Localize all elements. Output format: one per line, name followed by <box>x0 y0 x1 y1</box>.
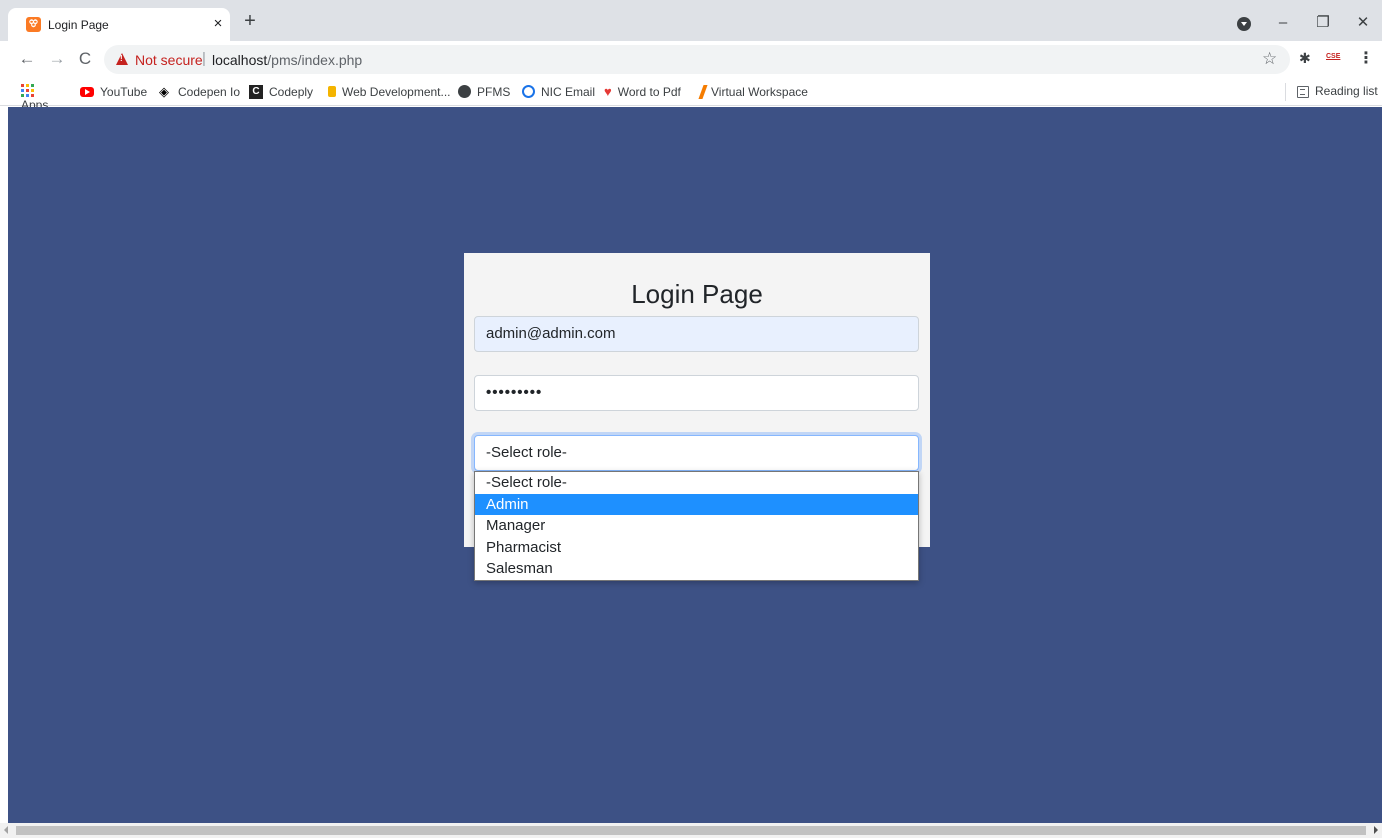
scrollbar-thumb[interactable] <box>16 826 1366 835</box>
reload-button[interactable]: C <box>73 47 97 71</box>
forward-button[interactable]: → <box>45 47 69 71</box>
role-select[interactable]: -Select role- <box>474 435 919 471</box>
address-bar[interactable]: Not secure | localhost/pms/index.php <box>104 45 1290 74</box>
scroll-right-arrow-icon[interactable] <box>1374 826 1378 834</box>
new-tab-button[interactable]: + <box>238 10 262 34</box>
globe-icon <box>458 85 471 99</box>
apps-icon <box>21 84 34 97</box>
password-field[interactable]: ••••••••• <box>474 375 919 411</box>
webdev-icon <box>328 86 336 98</box>
scroll-left-arrow-icon[interactable] <box>4 826 8 834</box>
reading-list-icon <box>1297 85 1309 98</box>
email-field[interactable]: admin@admin.com <box>474 316 919 352</box>
profile-menu-icon[interactable] <box>1237 17 1251 31</box>
browser-menu-icon[interactable]: ⋮ <box>1358 48 1374 68</box>
bookmark-web-development[interactable]: Web Development... <box>328 84 451 100</box>
page-title: Login Page <box>631 279 763 309</box>
role-option-pharmacist[interactable]: Pharmacist <box>475 537 918 559</box>
close-window-button[interactable]: ✕ <box>1340 10 1382 36</box>
tab-close-icon[interactable]: × <box>208 14 228 34</box>
reading-list-button[interactable]: Reading list <box>1297 84 1378 98</box>
bookmark-virtual-workspace[interactable]: Virtual Workspace <box>698 84 808 100</box>
heart-icon: ♥ <box>604 84 612 100</box>
role-option-manager[interactable]: Manager <box>475 515 918 537</box>
bookmark-star-icon[interactable]: ☆ <box>1262 49 1277 69</box>
codeply-icon: C <box>249 84 263 99</box>
role-option-salesman[interactable]: Salesman <box>475 558 918 580</box>
xampp-favicon-icon: ꕢ <box>26 17 41 32</box>
bookmark-apps[interactable]: Apps <box>21 84 48 112</box>
youtube-icon <box>80 86 94 97</box>
bookmark-codepen[interactable]: ◈ Codepen Io <box>159 84 240 100</box>
codepen-icon: ◈ <box>159 84 169 100</box>
bookmark-word-to-pdf[interactable]: ♥ Word to Pdf <box>604 84 681 100</box>
horizontal-scrollbar[interactable] <box>0 823 1382 838</box>
warning-icon[interactable] <box>116 53 128 65</box>
bookmark-codeply[interactable]: C Codeply <box>249 84 313 100</box>
role-dropdown-list: -Select role- Admin Manager Pharmacist S… <box>474 471 919 581</box>
bookmarks-bar: Apps YouTube ◈ Codepen Io C Codeply Web De… <box>0 78 1382 112</box>
browser-toolbar: ← → C Not secure | localhost/pms/index.p… <box>0 41 1382 78</box>
url-text[interactable]: localhost/pms/index.php <box>212 52 362 68</box>
vw-icon <box>698 84 708 99</box>
role-option-select[interactable]: -Select role- <box>475 472 918 494</box>
role-option-admin[interactable]: Admin <box>475 493 918 516</box>
page-viewport: Login Page admin@admin.com ••••••••• -Se… <box>8 107 1382 823</box>
bookmark-youtube[interactable]: YouTube <box>80 84 147 100</box>
browser-tab[interactable]: ꕢ Login Page × <box>8 8 230 41</box>
tab-title: Login Page <box>48 18 109 32</box>
nic-icon <box>522 85 535 99</box>
security-indicator[interactable]: Not secure <box>135 52 203 68</box>
extensions-puzzle-icon[interactable]: ✱ <box>1299 50 1311 67</box>
bookmark-nic-email[interactable]: NIC Email <box>522 84 595 100</box>
bookmarks-divider <box>1285 83 1286 101</box>
bookmark-pfms[interactable]: PFMS <box>458 84 510 100</box>
url-separator: | <box>202 50 206 67</box>
tab-strip: ꕢ Login Page × + – ❐ ✕ <box>0 0 1382 41</box>
cse-extension-icon[interactable]: CSE <box>1326 53 1346 65</box>
back-button[interactable]: ← <box>15 47 39 71</box>
